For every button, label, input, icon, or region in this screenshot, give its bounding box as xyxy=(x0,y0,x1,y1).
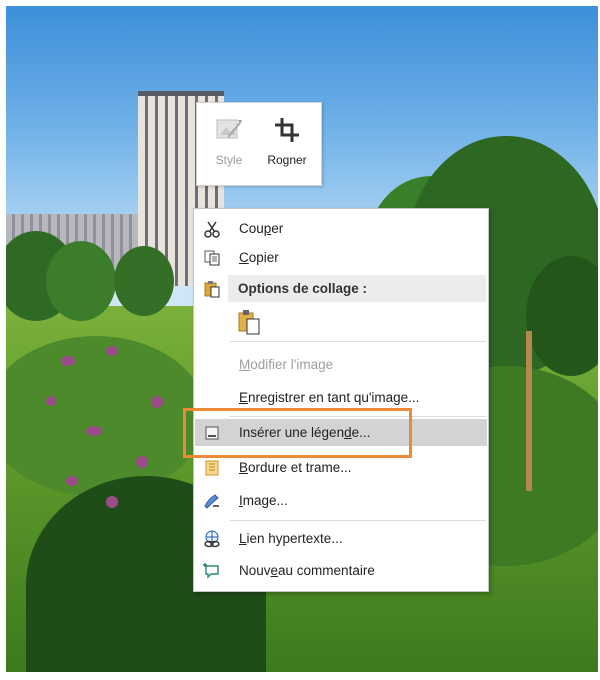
menu-item-label: Copier xyxy=(239,250,279,265)
menu-item-cut[interactable]: Couper xyxy=(195,215,487,242)
flower xyxy=(46,396,56,406)
menu-item-copy[interactable]: Copier xyxy=(195,244,487,271)
flower xyxy=(106,346,118,356)
menu-item-label: Nouveau commentaire xyxy=(239,563,375,578)
copy-icon xyxy=(204,250,220,266)
scissors-icon xyxy=(204,221,220,238)
menu-item-label: Lien hypertexte... xyxy=(239,531,343,546)
menu-item-save-as-picture[interactable]: Enregistrer en tant qu'image... xyxy=(195,384,487,411)
tree xyxy=(46,241,116,321)
menu-separator xyxy=(230,341,486,342)
format-picture-icon xyxy=(204,494,219,509)
menu-separator xyxy=(230,520,486,521)
menu-item-format-picture[interactable]: Image... xyxy=(195,487,487,514)
tree xyxy=(114,246,174,316)
paste-options-header: Options de collage : xyxy=(228,275,486,302)
flower xyxy=(66,476,78,486)
hyperlink-icon xyxy=(204,530,220,548)
menu-item-hyperlink[interactable]: Lien hypertexte... xyxy=(195,525,487,552)
new-comment-icon xyxy=(203,563,219,579)
flower xyxy=(136,456,148,468)
flower xyxy=(61,356,75,366)
menu-item-label: Couper xyxy=(239,221,284,236)
crop-label: Rogner xyxy=(267,153,307,167)
flower xyxy=(106,496,118,508)
menu-item-modify-image[interactable]: Modifier l'image xyxy=(195,351,487,378)
menu-item-label: Modifier l'image xyxy=(239,357,334,372)
menu-item-label: Bordure et trame... xyxy=(239,460,352,475)
crop-button[interactable]: Rogner xyxy=(259,111,315,179)
highlight-annotation-box xyxy=(183,408,412,458)
menu-item-label: Image... xyxy=(239,493,288,508)
wooden-stake xyxy=(526,331,532,491)
context-menu: Couper Copier Options de collage : Modif… xyxy=(193,208,489,592)
picture-style-icon xyxy=(216,119,242,139)
menu-item-borders-shading[interactable]: Bordure et trame... xyxy=(195,454,487,481)
crop-icon xyxy=(275,118,299,142)
borders-icon xyxy=(205,460,219,476)
flower xyxy=(86,426,102,436)
paste-keep-picture-icon[interactable] xyxy=(236,309,262,335)
style-button[interactable]: Style xyxy=(201,111,257,179)
mini-toolbar: Style Rogner xyxy=(196,102,322,186)
paste-icon xyxy=(204,281,220,298)
style-label: Style xyxy=(215,153,243,167)
menu-item-new-comment[interactable]: Nouveau commentaire xyxy=(195,557,487,584)
paste-options-title: Options de collage : xyxy=(238,281,368,296)
flower xyxy=(151,396,163,408)
menu-item-label: Enregistrer en tant qu'image... xyxy=(239,390,420,405)
